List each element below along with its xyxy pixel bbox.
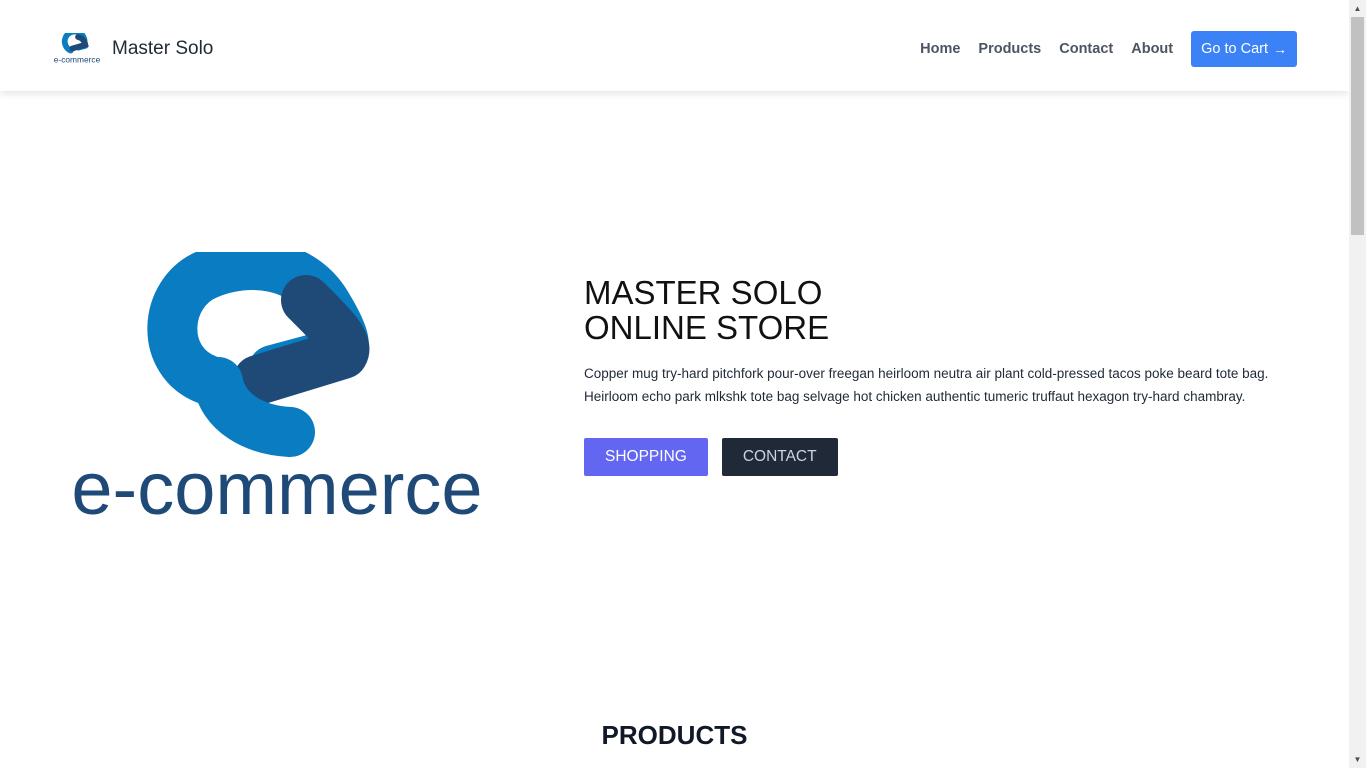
arrow-right-icon: → — [1273, 41, 1287, 57]
hero-title: MASTER SOLO ONLINE STORE — [584, 275, 1284, 345]
hero-description: Copper mug try-hard pitchfork pour-over … — [584, 366, 1269, 404]
ecommerce-logo-text: e-commerce — [71, 447, 482, 522]
nav-home[interactable]: Home — [920, 41, 960, 57]
ecommerce-logo: e-commerce — [71, 252, 483, 522]
nav-contact[interactable]: Contact — [1059, 41, 1113, 57]
nav-about[interactable]: About — [1131, 41, 1173, 57]
vertical-scrollbar[interactable]: ▲ ▼ — [1349, 0, 1366, 768]
nav-products[interactable]: Products — [978, 41, 1041, 57]
go-to-cart-label: Go to Cart — [1201, 41, 1268, 57]
site-header: e-commerce Master Solo Home Products Con… — [0, 0, 1349, 91]
products-heading: PRODUCTS — [601, 720, 748, 750]
brand-logo: e-commerce — [54, 33, 100, 64]
scroll-up-icon[interactable]: ▲ — [1349, 0, 1366, 17]
shopping-button[interactable]: SHOPPING — [584, 438, 708, 476]
hero-title-line1: MASTER SOLO — [584, 274, 823, 311]
brand-logo-text: e-commerce — [54, 54, 100, 64]
brand-name[interactable]: Master Solo — [112, 38, 213, 60]
main-nav: Home Products Contact About Go to Cart → — [920, 31, 1297, 67]
go-to-cart-button[interactable]: Go to Cart → — [1191, 31, 1297, 67]
scroll-down-icon[interactable]: ▼ — [1349, 751, 1366, 768]
scrollbar-thumb[interactable] — [1351, 17, 1364, 235]
contact-button[interactable]: CONTACT — [721, 438, 838, 476]
brand[interactable]: e-commerce Master Solo — [54, 33, 213, 65]
hero-title-line2: ONLINE STORE — [584, 309, 830, 346]
hero-section: MASTER SOLO ONLINE STORE Copper mug try-… — [584, 275, 1284, 476]
page: e-commerce Master Solo Home Products Con… — [0, 0, 1349, 768]
hero-buttons: SHOPPING CONTACT — [584, 438, 1284, 476]
